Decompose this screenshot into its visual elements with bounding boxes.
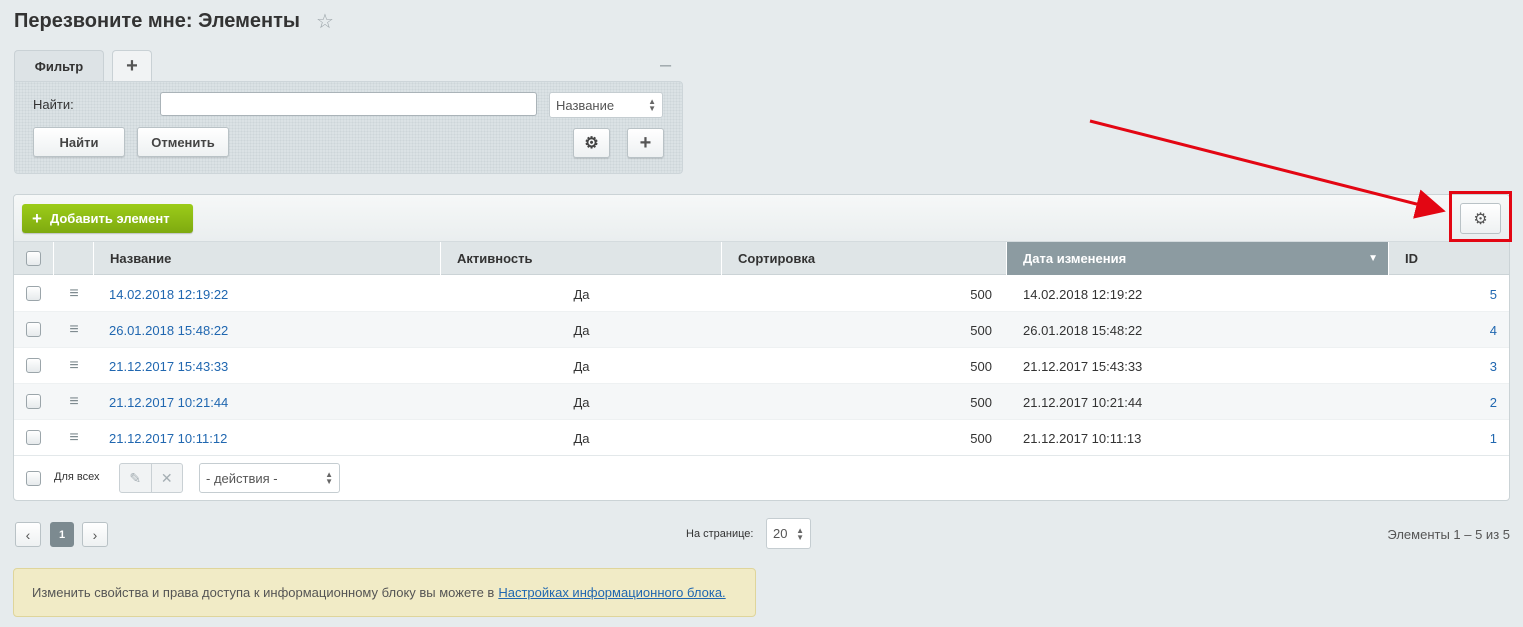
row-menu-icon[interactable]: ≡ <box>54 420 94 456</box>
page-title-text: Перезвоните мне: Элементы <box>14 10 300 32</box>
cell-sort: 500 <box>970 358 992 374</box>
header-actions-cell <box>54 242 94 275</box>
column-header-sort[interactable]: Сортировка <box>722 242 1007 275</box>
per-page-select[interactable]: 20 ▲ ▼ <box>766 518 811 549</box>
highlight-annotation <box>1449 191 1512 242</box>
cell-name[interactable]: 21.12.2017 10:11:12 <box>109 420 439 456</box>
actions-select-value: - действия - <box>206 470 278 486</box>
page-title: Перезвоните мне: Элементы ☆ <box>14 9 334 34</box>
row-checkbox[interactable] <box>26 322 41 337</box>
cell-modified: 21.12.2017 15:43:33 <box>1023 358 1143 374</box>
cancel-button[interactable]: Отменить <box>137 127 229 157</box>
row-checkbox[interactable] <box>26 286 41 301</box>
row-menu-icon[interactable]: ≡ <box>54 312 94 348</box>
cell-sort: 500 <box>970 394 992 410</box>
current-page[interactable]: 1 <box>50 522 74 547</box>
find-input[interactable] <box>160 92 537 116</box>
select-arrows-icon: ▲ ▼ <box>648 97 656 113</box>
table-row[interactable]: ≡ 21.12.2017 15:43:33 Да 500 21.12.2017 15:4… <box>14 348 1509 384</box>
cell-modified: 21.12.2017 10:21:44 <box>1023 394 1143 410</box>
table-header: Название Активность Сортировка Дата изме… <box>14 242 1509 275</box>
star-icon[interactable]: ☆ <box>316 9 334 34</box>
cell-name[interactable]: 21.12.2017 15:43:33 <box>109 348 439 384</box>
table-row[interactable]: ≡ 21.12.2017 10:21:44 Да 500 21.12.2017 10:2… <box>14 384 1509 420</box>
iblock-settings-link[interactable]: Настройках информационного блока. <box>498 585 725 600</box>
per-page-label: На странице: <box>686 528 754 540</box>
filter-panel: Найти: Название ▲ ▼ Найти Отменить ⚙ + <box>14 81 683 174</box>
grid-panel: + Добавить элемент ⚙ Название Активность… <box>13 194 1510 501</box>
find-button[interactable]: Найти <box>33 127 125 157</box>
cell-modified: 14.02.2018 12:19:22 <box>1023 286 1143 302</box>
cell-id[interactable]: 4 <box>1389 312 1497 348</box>
sort-desc-icon: ▼ <box>1368 253 1378 264</box>
cell-sort: 500 <box>970 286 992 302</box>
table-row[interactable]: ≡ 14.02.2018 12:19:22 Да 500 14.02.2018 12:1… <box>14 276 1509 312</box>
table-row[interactable]: ≡ 21.12.2017 10:11:12 Да 500 21.12.2017 10:1… <box>14 420 1509 456</box>
grid-toolbar: + Добавить элемент ⚙ <box>14 195 1509 242</box>
add-field-button[interactable]: + <box>627 128 664 158</box>
for-all-label: Для всех <box>54 471 100 483</box>
row-checkbox[interactable] <box>26 430 41 445</box>
add-element-button[interactable]: + Добавить элемент <box>22 204 193 233</box>
per-page-value: 20 <box>773 526 788 541</box>
table-row[interactable]: ≡ 26.01.2018 15:48:22 Да 500 26.01.2018 15:4… <box>14 312 1509 348</box>
filter-settings-button[interactable]: ⚙ <box>573 128 610 158</box>
next-page-button[interactable]: › <box>82 522 108 547</box>
cell-id[interactable]: 5 <box>1389 276 1497 312</box>
header-checkbox-cell <box>14 242 54 275</box>
info-notice: Изменить свойства и права доступа к инфо… <box>13 568 756 617</box>
chevron-right-icon: › <box>92 526 98 543</box>
cell-sort: 500 <box>970 322 992 338</box>
filter-tabs: Фильтр + <box>14 50 152 81</box>
find-label: Найти: <box>33 97 74 112</box>
cell-modified: 21.12.2017 10:11:13 <box>1023 430 1142 446</box>
cell-active: Да <box>573 358 590 374</box>
actions-select[interactable]: - действия - ▲ ▼ <box>199 463 340 493</box>
cell-active: Да <box>573 394 590 410</box>
row-menu-icon[interactable]: ≡ <box>54 276 94 312</box>
select-arrows-icon: ▲ ▼ <box>796 525 804 542</box>
row-checkbox[interactable] <box>26 358 41 373</box>
select-all-checkbox[interactable] <box>26 251 41 266</box>
delete-icon[interactable]: ✕ <box>150 464 183 492</box>
field-select[interactable]: Название ▲ ▼ <box>549 92 663 118</box>
column-header-id[interactable]: ID <box>1389 242 1509 275</box>
add-element-label: Добавить элемент <box>49 211 170 226</box>
cell-name[interactable]: 26.01.2018 15:48:22 <box>109 312 439 348</box>
cell-sort: 500 <box>970 430 992 446</box>
column-header-modified-label: Дата изменения <box>1023 251 1127 266</box>
row-menu-icon[interactable]: ≡ <box>54 348 94 384</box>
column-header-modified[interactable]: Дата изменения ▼ <box>1007 242 1389 275</box>
edit-icon[interactable]: ✎ <box>120 464 151 492</box>
tab-filter[interactable]: Фильтр <box>14 50 104 81</box>
cell-id[interactable]: 1 <box>1389 420 1497 456</box>
cell-modified: 26.01.2018 15:48:22 <box>1023 322 1143 338</box>
row-menu-icon[interactable]: ≡ <box>54 384 94 420</box>
group-action-buttons: ✎ ✕ <box>119 463 183 493</box>
plus-icon: + <box>32 208 42 228</box>
for-all-checkbox[interactable] <box>26 471 41 486</box>
plus-icon: + <box>639 131 652 154</box>
column-header-active[interactable]: Активность <box>441 242 722 275</box>
total-count: Элементы 1 – 5 из 5 <box>1387 527 1510 542</box>
add-filter-tab-button[interactable]: + <box>112 50 152 81</box>
chevron-left-icon: ‹ <box>25 526 31 543</box>
select-arrows-icon: ▲ ▼ <box>325 470 333 486</box>
cell-id[interactable]: 3 <box>1389 348 1497 384</box>
gear-icon: ⚙ <box>584 135 599 152</box>
prev-page-button[interactable]: ‹ <box>15 522 41 547</box>
column-header-name[interactable]: Название <box>94 242 441 275</box>
grid-footer: Для всех ✎ ✕ - действия - ▲ ▼ <box>14 455 1509 500</box>
cell-name[interactable]: 21.12.2017 10:21:44 <box>109 384 439 420</box>
cell-active: Да <box>573 430 590 446</box>
field-select-value: Название <box>556 97 615 113</box>
cell-name[interactable]: 14.02.2018 12:19:22 <box>109 276 439 312</box>
minimize-icon[interactable]: – <box>660 54 671 77</box>
cell-id[interactable]: 2 <box>1389 384 1497 420</box>
cell-active: Да <box>573 322 590 338</box>
plus-icon: + <box>126 54 138 77</box>
notice-text: Изменить свойства и права доступа к инфо… <box>32 585 495 600</box>
row-checkbox[interactable] <box>26 394 41 409</box>
cell-active: Да <box>573 286 590 302</box>
